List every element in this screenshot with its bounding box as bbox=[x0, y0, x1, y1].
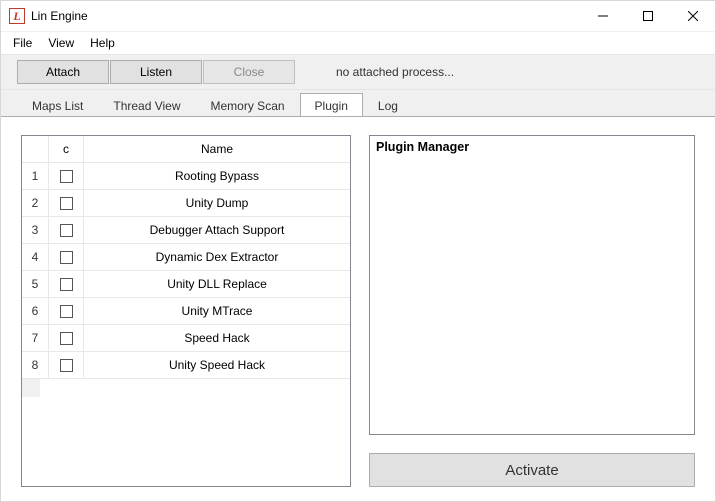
content-area: c Name 1 Rooting Bypass 2 Unity Dump 3 Debugg… bbox=[1, 116, 715, 501]
menu-bar: File View Help bbox=[1, 32, 715, 54]
table-row[interactable]: 8 Unity Speed Hack bbox=[22, 352, 350, 379]
list-empty-area bbox=[22, 379, 350, 486]
row-index: 5 bbox=[22, 271, 49, 298]
plugin-table: c Name 1 Rooting Bypass 2 Unity Dump 3 Debugg… bbox=[22, 136, 350, 379]
plugin-checkbox[interactable] bbox=[60, 197, 73, 210]
plugin-detail-title: Plugin Manager bbox=[376, 140, 469, 154]
close-icon bbox=[688, 11, 698, 21]
plugin-checkbox[interactable] bbox=[60, 359, 73, 372]
plugin-name: Unity MTrace bbox=[84, 298, 351, 325]
plugin-name: Unity Speed Hack bbox=[84, 352, 351, 379]
table-row[interactable]: 5 Unity DLL Replace bbox=[22, 271, 350, 298]
plugin-list-pane: c Name 1 Rooting Bypass 2 Unity Dump 3 Debugg… bbox=[21, 135, 351, 487]
tab-plugin[interactable]: Plugin bbox=[300, 93, 363, 117]
plugin-name: Unity DLL Replace bbox=[84, 271, 351, 298]
row-checkbox-cell bbox=[49, 325, 84, 352]
row-index: 7 bbox=[22, 325, 49, 352]
attach-button[interactable]: Attach bbox=[17, 60, 109, 84]
row-checkbox-cell bbox=[49, 298, 84, 325]
menu-view[interactable]: View bbox=[40, 34, 82, 52]
row-checkbox-cell bbox=[49, 271, 84, 298]
row-index: 3 bbox=[22, 217, 49, 244]
row-index: 4 bbox=[22, 244, 49, 271]
tab-thread-view[interactable]: Thread View bbox=[98, 93, 195, 117]
tab-memory-scan[interactable]: Memory Scan bbox=[196, 93, 300, 117]
table-row[interactable]: 2 Unity Dump bbox=[22, 190, 350, 217]
plugin-detail-pane: Plugin Manager Activate bbox=[369, 135, 695, 487]
plugin-checkbox[interactable] bbox=[60, 332, 73, 345]
plugin-name: Debugger Attach Support bbox=[84, 217, 351, 244]
activate-button[interactable]: Activate bbox=[369, 453, 695, 487]
plugin-name: Speed Hack bbox=[84, 325, 351, 352]
menu-help[interactable]: Help bbox=[82, 34, 123, 52]
row-index: 2 bbox=[22, 190, 49, 217]
minimize-button[interactable] bbox=[580, 1, 625, 31]
title-bar[interactable]: L Lin Engine bbox=[1, 1, 715, 32]
column-name[interactable]: Name bbox=[84, 136, 351, 163]
app-window: L Lin Engine File View Help Attach Liste… bbox=[0, 0, 716, 502]
listen-button[interactable]: Listen bbox=[110, 60, 202, 84]
plugin-checkbox[interactable] bbox=[60, 170, 73, 183]
row-checkbox-cell bbox=[49, 190, 84, 217]
row-index: 6 bbox=[22, 298, 49, 325]
row-index: 1 bbox=[22, 163, 49, 190]
plugin-checkbox[interactable] bbox=[60, 278, 73, 291]
plugin-name: Unity Dump bbox=[84, 190, 351, 217]
row-index: 8 bbox=[22, 352, 49, 379]
scroll-corner bbox=[22, 379, 40, 397]
column-check[interactable]: c bbox=[49, 136, 84, 163]
table-row[interactable]: 3 Debugger Attach Support bbox=[22, 217, 350, 244]
tab-log[interactable]: Log bbox=[363, 93, 413, 117]
close-window-button[interactable] bbox=[670, 1, 715, 31]
app-icon: L bbox=[9, 8, 25, 24]
plugin-detail-box: Plugin Manager bbox=[369, 135, 695, 435]
table-row[interactable]: 7 Speed Hack bbox=[22, 325, 350, 352]
row-checkbox-cell bbox=[49, 352, 84, 379]
menu-file[interactable]: File bbox=[5, 34, 40, 52]
tab-maps-list[interactable]: Maps List bbox=[17, 93, 98, 117]
plugin-checkbox[interactable] bbox=[60, 305, 73, 318]
plugin-name: Rooting Bypass bbox=[84, 163, 351, 190]
toolbar: Attach Listen Close no attached process.… bbox=[1, 54, 715, 90]
table-row[interactable]: 1 Rooting Bypass bbox=[22, 163, 350, 190]
table-row[interactable]: 6 Unity MTrace bbox=[22, 298, 350, 325]
minimize-icon bbox=[598, 11, 608, 21]
plugin-name: Dynamic Dex Extractor bbox=[84, 244, 351, 271]
plugin-checkbox[interactable] bbox=[60, 251, 73, 264]
row-checkbox-cell bbox=[49, 163, 84, 190]
maximize-button[interactable] bbox=[625, 1, 670, 31]
row-checkbox-cell bbox=[49, 244, 84, 271]
plugin-checkbox[interactable] bbox=[60, 224, 73, 237]
tab-bar: Maps List Thread View Memory Scan Plugin… bbox=[1, 90, 715, 116]
maximize-icon bbox=[643, 11, 653, 21]
column-index[interactable] bbox=[22, 136, 49, 163]
window-title: Lin Engine bbox=[31, 9, 88, 23]
table-row[interactable]: 4 Dynamic Dex Extractor bbox=[22, 244, 350, 271]
row-checkbox-cell bbox=[49, 217, 84, 244]
close-button[interactable]: Close bbox=[203, 60, 295, 84]
process-status: no attached process... bbox=[336, 65, 454, 79]
